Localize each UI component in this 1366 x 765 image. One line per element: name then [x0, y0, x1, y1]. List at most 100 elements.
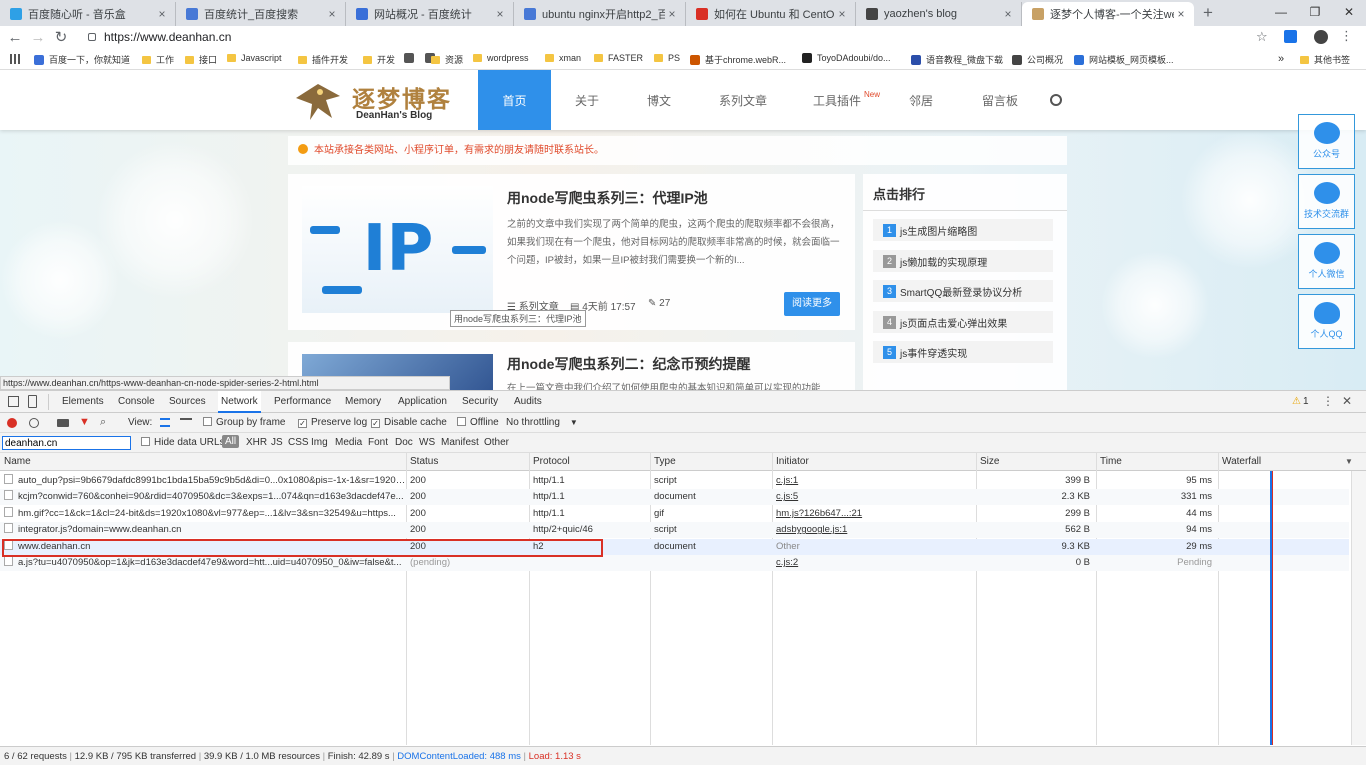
tab-close-icon[interactable]: × — [835, 7, 849, 21]
ranking-item[interactable]: 3 SmartQQ最新登录协议分析 — [873, 280, 1053, 302]
bookmarks-more[interactable]: » — [1278, 53, 1284, 65]
cell-initiator[interactable]: adsbygoogle.js:1 — [772, 522, 976, 538]
cell-initiator[interactable]: c.js:1 — [772, 473, 976, 489]
search-icon[interactable]: ⌕ — [100, 416, 106, 429]
tab-sources[interactable]: Sources — [169, 391, 206, 413]
menu-kebab-icon[interactable]: ⋮ — [1340, 28, 1353, 44]
tab-security[interactable]: Security — [462, 391, 498, 413]
tab-close-icon[interactable]: × — [1174, 7, 1188, 21]
bookmark-link[interactable]: 基于chrome.webR... — [690, 53, 786, 66]
bookmark-folder[interactable]: PS — [654, 53, 680, 63]
profile-avatar[interactable] — [1314, 30, 1328, 44]
bookmark-link[interactable]: ToyoDAdoubi/do... — [802, 53, 891, 63]
bookmark-folder[interactable]: FASTER — [594, 53, 643, 63]
side-widget-qq[interactable]: 个人QQ — [1298, 294, 1355, 349]
nav-tools[interactable]: 工具插件 — [804, 70, 870, 130]
camera-icon[interactable] — [57, 419, 69, 427]
cell-initiator[interactable]: Other — [772, 539, 976, 555]
tab-performance[interactable]: Performance — [274, 391, 331, 413]
bookmark-folder[interactable]: 开发 — [363, 53, 395, 66]
cell-initiator[interactable]: hm.js?126b647...:21 — [772, 506, 976, 522]
bookmark-folder[interactable]: wordpress — [473, 53, 529, 63]
browser-tab[interactable]: ubuntu nginx开启http2_百度搜索× — [514, 2, 686, 26]
type-filter-img[interactable]: Img — [311, 437, 328, 448]
devtools-menu-icon[interactable]: ⋮ — [1322, 394, 1334, 408]
tab-elements[interactable]: Elements — [62, 391, 104, 413]
tab-close-icon[interactable]: × — [493, 7, 507, 21]
filter-icon[interactable]: ▼ — [79, 416, 90, 428]
bookmark-folder[interactable]: 资源 — [431, 53, 463, 66]
bookmark-link[interactable]: 百度一下，你就知道 — [34, 53, 130, 66]
devtools-close-icon[interactable]: ✕ — [1342, 394, 1352, 408]
type-filter-doc[interactable]: Doc — [395, 437, 413, 448]
nav-series[interactable]: 系列文章 — [708, 70, 778, 130]
bookmark-folder[interactable]: 接口 — [185, 53, 217, 66]
browser-tab[interactable]: yaozhen's blog × — [856, 2, 1022, 26]
table-row[interactable]: a.js?tu=u4070950&op=1&jk=d163e3dacdef47e… — [0, 555, 1349, 571]
back-icon[interactable]: ← — [5, 28, 25, 48]
ranking-item[interactable]: 4 js页面点击爱心弹出效果 — [873, 311, 1053, 333]
browser-tab[interactable]: 百度统计_百度搜索 × — [176, 2, 346, 26]
overview-icon[interactable] — [180, 418, 192, 427]
cell-initiator[interactable]: c.js:5 — [772, 489, 976, 505]
post-title[interactable]: 用node写爬虫系列二：纪念币预约提醒 — [507, 354, 750, 374]
nav-home[interactable]: 首页 — [478, 70, 551, 130]
minimize-button[interactable]: — — [1264, 0, 1298, 24]
tab-console[interactable]: Console — [118, 391, 155, 413]
large-rows-icon[interactable] — [160, 418, 170, 427]
col-header-name[interactable]: Name — [0, 453, 406, 471]
clear-icon[interactable] — [29, 418, 39, 428]
hide-data-urls-checkbox[interactable]: Hide data URLs — [141, 437, 225, 448]
browser-tab[interactable]: 网站概况 - 百度统计 × — [346, 2, 514, 26]
tab-audits[interactable]: Audits — [514, 391, 542, 413]
tab-close-icon[interactable]: × — [325, 7, 339, 21]
post-title[interactable]: 用node写爬虫系列三：代理IP池 — [507, 188, 708, 208]
table-scrollbar[interactable] — [1351, 471, 1366, 745]
sort-chevron-icon[interactable]: ▼ — [1345, 457, 1353, 466]
type-filter-other[interactable]: Other — [484, 437, 509, 448]
type-filter-js[interactable]: JS — [271, 437, 283, 448]
type-filter-font[interactable]: Font — [368, 437, 388, 448]
close-window-button[interactable]: ✕ — [1332, 0, 1366, 24]
disable-cache-checkbox[interactable]: ✓ Disable cache — [371, 417, 447, 428]
col-header-type[interactable]: Type — [650, 453, 772, 471]
inspect-icon[interactable] — [8, 396, 19, 407]
table-row[interactable]: integrator.js?domain=www.deanhan.cn 200 ht… — [0, 522, 1349, 539]
tab-close-icon[interactable]: × — [1001, 7, 1015, 21]
ranking-item[interactable]: 2 js懒加载的实现原理 — [873, 250, 1053, 272]
tab-memory[interactable]: Memory — [345, 391, 381, 413]
forward-icon[interactable]: → — [28, 28, 48, 48]
bookmark-link[interactable]: 公司概况 — [1012, 53, 1063, 66]
cell-name[interactable]: a.js?tu=u4070950&op=1&jk=d163e3dacdef47e… — [0, 555, 406, 571]
bookmark-folder[interactable]: 工作 — [142, 53, 174, 66]
browser-tab[interactable]: 逐梦个人博客-一个关注web前端× — [1022, 2, 1194, 26]
bookmark-folder[interactable]: xman — [545, 53, 581, 63]
col-header-initiator[interactable]: Initiator — [772, 453, 976, 471]
nav-guestbook[interactable]: 留言板 — [970, 70, 1030, 130]
type-filter-css[interactable]: CSS — [288, 437, 309, 448]
filter-input[interactable] — [2, 436, 131, 450]
col-header-waterfall[interactable]: Waterfall — [1218, 453, 1349, 471]
side-widget-tech-group[interactable]: 技术交流群 — [1298, 174, 1355, 229]
tab-close-icon[interactable]: × — [665, 7, 679, 21]
warning-icon[interactable]: ⚠ 1 — [1292, 396, 1309, 407]
bookmark-star-icon[interactable]: ☆ — [1256, 29, 1268, 45]
nav-friends[interactable]: 邻居 — [896, 70, 946, 130]
tab-application[interactable]: Application — [398, 391, 447, 413]
type-filter-xhr[interactable]: XHR — [246, 437, 267, 448]
extension-icon[interactable] — [1284, 30, 1297, 43]
address-bar[interactable]: https://www.deanhan.cn — [74, 26, 1278, 48]
browser-tab[interactable]: 百度随心听 - 音乐盒 × — [0, 2, 176, 26]
maximize-button[interactable]: ❐ — [1298, 0, 1332, 24]
table-row[interactable]: hm.gif?cc=1&ck=1&cl=24-bit&ds=1920x1080&… — [0, 506, 1349, 522]
offline-checkbox[interactable]: Offline — [457, 417, 499, 428]
table-row[interactable]: auto_dup?psi=9b6679dafdc8991bc1bda15ba59… — [0, 473, 1349, 489]
bookmark-folder[interactable]: Javascript — [227, 53, 282, 63]
cell-name[interactable]: auto_dup?psi=9b6679dafdc8991bc1bda15ba59… — [0, 473, 406, 489]
cell-name[interactable]: kcjm?conwid=760&conhei=90&rdid=4070950&d… — [0, 489, 406, 505]
type-filter-manifest[interactable]: Manifest — [441, 437, 479, 448]
other-bookmarks[interactable]: 其他书签 — [1300, 53, 1350, 66]
search-icon[interactable] — [1050, 94, 1062, 106]
ranking-item[interactable]: 1 js生成图片缩略图 — [873, 219, 1053, 241]
side-widget-wechat-official[interactable]: 公众号 — [1298, 114, 1355, 169]
